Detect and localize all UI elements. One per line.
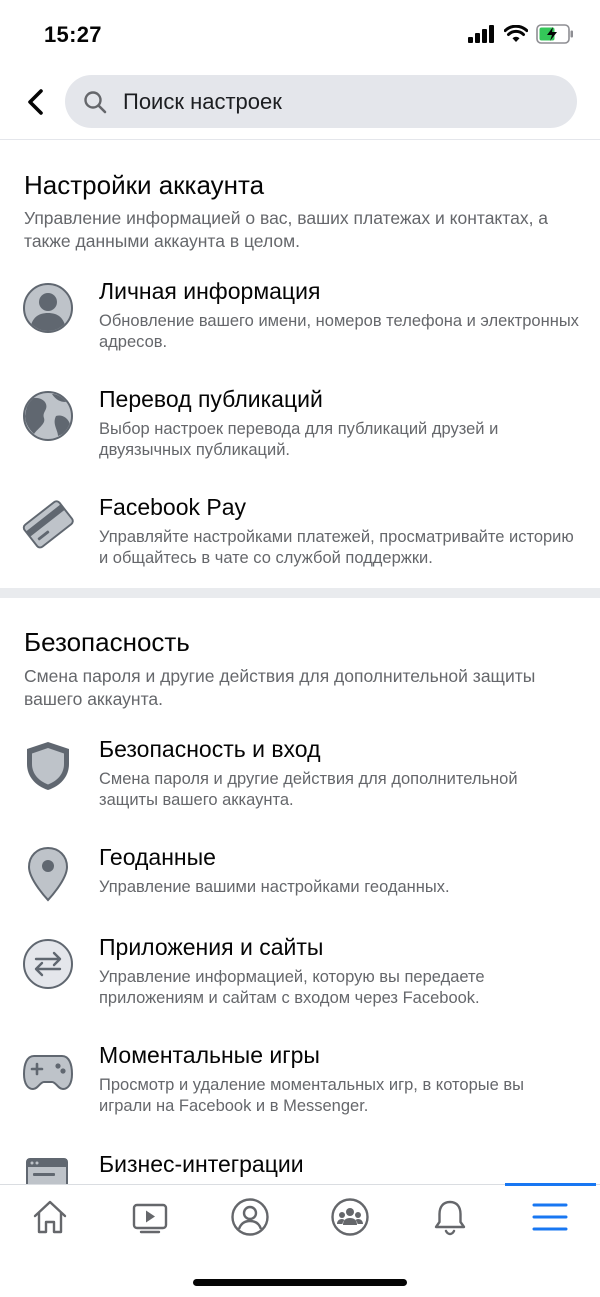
item-description: Управляйте настройками платежей, просмат…: [99, 528, 574, 567]
item-description: Смена пароля и другие действия для допол…: [99, 770, 518, 809]
section-description: Смена пароля и другие действия для допол…: [24, 666, 536, 709]
settings-item-instant-games[interactable]: Моментальные игры Просмотр и удаление мо…: [0, 1034, 600, 1134]
nav-watch[interactable]: [100, 1185, 200, 1249]
status-icons: [468, 24, 574, 49]
menu-icon: [532, 1203, 568, 1231]
item-description: Выбор настроек перевода для публикаций д…: [99, 420, 499, 459]
settings-header: [0, 70, 600, 140]
nav-notifications[interactable]: [400, 1185, 500, 1249]
item-title: Геоданные: [99, 844, 216, 870]
credit-card-icon: [22, 498, 74, 550]
battery-icon: [536, 24, 574, 49]
home-indicator: [193, 1279, 407, 1286]
settings-item-security-login[interactable]: Безопасность и вход Смена пароля и други…: [0, 728, 600, 828]
item-title: Бизнес-интеграции: [99, 1151, 304, 1177]
item-title: Facebook Pay: [99, 494, 247, 520]
item-title: Моментальные игры: [99, 1042, 320, 1068]
arrows-exchange-icon: [22, 938, 74, 990]
nav-profile[interactable]: [200, 1185, 300, 1249]
item-title: Приложения и сайты: [99, 934, 324, 960]
globe-icon: [22, 390, 74, 442]
groups-icon: [331, 1198, 369, 1236]
settings-item-post-translation[interactable]: Перевод публикаций Выбор настроек перево…: [0, 378, 600, 478]
item-title: Личная информация: [99, 278, 321, 304]
video-icon: [132, 1203, 168, 1234]
home-icon: [33, 1200, 67, 1234]
settings-item-personal-info[interactable]: Личная информация Обновление вашего имен…: [0, 270, 600, 370]
nav-home[interactable]: [0, 1185, 100, 1249]
search-box[interactable]: [65, 75, 577, 128]
profile-icon: [231, 1198, 269, 1236]
chevron-left-icon: [28, 89, 43, 115]
back-button[interactable]: [18, 84, 54, 120]
gamepad-icon: [22, 1046, 74, 1098]
item-description: Просмотр и удаление моментальных игр, в …: [99, 1076, 524, 1115]
item-description: Управление вашими настройками геоданных.: [99, 878, 450, 896]
settings-item-apps-websites[interactable]: Приложения и сайты Управление информацие…: [0, 926, 600, 1026]
section-divider: [0, 588, 600, 598]
settings-item-location[interactable]: Геоданные Управление вашими настройками …: [0, 836, 600, 936]
section-title: Безопасность: [24, 627, 190, 657]
search-icon: [83, 90, 107, 114]
status-time: 15:27: [44, 22, 102, 47]
item-title: Перевод публикаций: [99, 386, 323, 412]
item-description: Обновление вашего имени, номеров телефон…: [99, 312, 579, 351]
wifi-icon: [503, 24, 529, 48]
section-title: Настройки аккаунта: [24, 170, 265, 200]
item-title: Безопасность и вход: [99, 736, 321, 762]
nav-groups[interactable]: [300, 1185, 400, 1249]
item-description: Управление информацией, которую вы перед…: [99, 968, 485, 1007]
bell-icon: [434, 1200, 466, 1236]
bottom-nav: [0, 1183, 600, 1297]
settings-item-facebook-pay[interactable]: Facebook Pay Управляйте настройками плат…: [0, 486, 600, 586]
section-description: Управление информацией о вас, ваших плат…: [24, 208, 549, 251]
status-bar: 15:27: [0, 0, 600, 70]
person-icon: [22, 282, 74, 334]
location-pin-icon: [22, 846, 74, 902]
nav-menu[interactable]: [500, 1185, 600, 1249]
search-input[interactable]: [123, 88, 523, 115]
signal-icon: [468, 25, 496, 48]
shield-icon: [22, 740, 74, 792]
